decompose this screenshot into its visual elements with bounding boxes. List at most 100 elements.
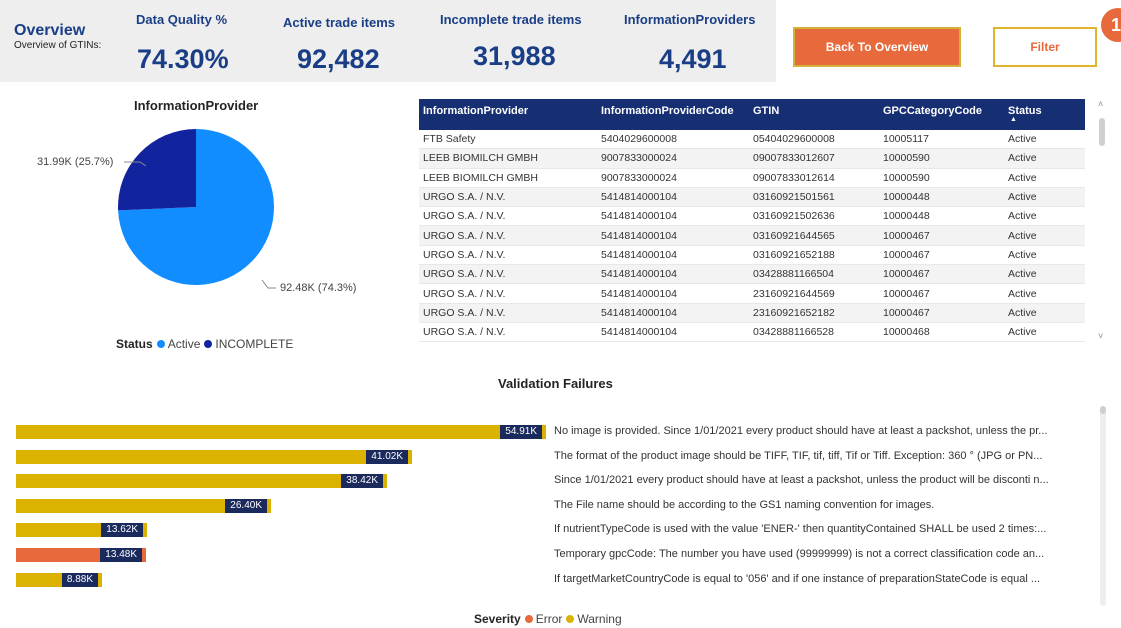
cell-information-provider: FTB Safety: [423, 133, 476, 146]
cell-gtin: 05404029600008: [753, 133, 835, 146]
scroll-down-icon[interactable]: ˅: [1098, 331, 1103, 341]
cell-gtin: 09007833012607: [753, 152, 835, 165]
validation-bar-value-label: 54.91K: [500, 425, 542, 439]
notification-badge[interactable]: 1: [1101, 8, 1121, 42]
active-dot-icon: [156, 340, 165, 348]
table-row[interactable]: URGO S.A. / N.V. 5414814000104 03428881166…: [419, 323, 1085, 343]
validation-bar-value-label: 41.02K: [366, 450, 408, 464]
cell-gtin: 23160921652182: [753, 306, 835, 319]
kpi-active-items-value: 92,482: [297, 44, 380, 74]
validation-bar[interactable]: 13.48K: [16, 548, 146, 562]
validation-bar-value-label: 13.48K: [100, 548, 142, 562]
cell-gpc-category-code: 10000590: [883, 152, 930, 165]
pie-label-incomplete: 31.99K (25.7%): [37, 156, 114, 168]
cell-information-provider: URGO S.A. / N.V.: [423, 287, 506, 300]
validation-rule-label: The format of the product image should b…: [554, 450, 1043, 462]
cell-gpc-category-code: 10000467: [883, 248, 930, 261]
col-header-information-provider-code[interactable]: InformationProviderCode: [597, 99, 749, 130]
cell-information-provider: LEEB BIOMILCH GMBH: [423, 152, 538, 165]
col-header-gpc-category-code[interactable]: GPCCategoryCode: [879, 99, 1004, 130]
table-row[interactable]: URGO S.A. / N.V. 5414814000104 23160921652…: [419, 303, 1085, 323]
cell-information-provider-code: 5414814000104: [601, 287, 677, 300]
cell-gpc-category-code: 10005117: [883, 133, 929, 146]
cell-gtin: 03160921502636: [753, 210, 835, 223]
cell-information-provider-code: 9007833000024: [601, 152, 677, 165]
cell-gpc-category-code: 10000467: [883, 268, 930, 281]
table-row[interactable]: LEEB BIOMILCH GMBH 9007833000024 090078330…: [419, 169, 1085, 188]
cell-status: Active: [1008, 287, 1037, 300]
validation-bar-value-label: 26.40K: [225, 499, 267, 513]
incomplete-dot-icon: [204, 340, 213, 348]
cell-information-provider-code: 5414814000104: [601, 210, 677, 223]
cell-gtin: 03160921652188: [753, 248, 835, 261]
cell-information-provider: URGO S.A. / N.V.: [423, 229, 506, 242]
back-to-overview-button[interactable]: Back To Overview: [793, 27, 961, 67]
cell-information-provider: URGO S.A. / N.V.: [423, 268, 506, 281]
cell-information-provider: URGO S.A. / N.V.: [423, 306, 506, 319]
pie-leader-active: [261, 279, 276, 289]
table-row[interactable]: URGO S.A. / N.V. 5414814000104 03160921652…: [419, 246, 1085, 266]
validation-bar[interactable]: 41.02K: [16, 450, 412, 464]
cell-status: Active: [1008, 229, 1037, 242]
cell-gtin: 03428881166528: [753, 326, 834, 339]
table-row[interactable]: LEEB BIOMILCH GMBH 9007833000024 090078330…: [419, 149, 1085, 169]
cell-information-provider: URGO S.A. / N.V.: [423, 191, 506, 204]
severity-legend-item-warning[interactable]: Warning: [566, 612, 622, 626]
validation-rule-label: Since 1/01/2021 every product should hav…: [554, 474, 1049, 486]
table-row[interactable]: URGO S.A. / N.V. 5414814000104 03160921501…: [419, 187, 1085, 208]
filter-button[interactable]: Filter: [993, 27, 1097, 67]
pie-chart: [118, 129, 276, 289]
table-row[interactable]: URGO S.A. / N.V. 5414814000104 03428881166…: [419, 265, 1085, 285]
pie-slice-incomplete[interactable]: [118, 129, 196, 211]
col-header-status[interactable]: Status ▲: [1004, 99, 1085, 130]
validation-bar[interactable]: 8.88K: [16, 573, 102, 587]
table-row[interactable]: FTB Safety 5404029600008 05404029600008 100…: [419, 130, 1085, 150]
severity-legend-item-error[interactable]: Error: [524, 612, 562, 626]
cell-status: Active: [1008, 171, 1037, 184]
cell-gpc-category-code: 10000468: [883, 326, 930, 339]
cell-gpc-category-code: 10000467: [883, 229, 930, 242]
validation-bar[interactable]: 54.91K: [16, 425, 546, 439]
validation-failures-title: Validation Failures: [498, 376, 613, 391]
pie-legend-item-active[interactable]: Active: [156, 337, 200, 351]
validation-bar[interactable]: 38.42K: [16, 474, 387, 488]
validation-rule-label: No image is provided. Since 1/01/2021 ev…: [554, 425, 1048, 437]
cell-gtin: 03160921644565: [753, 229, 835, 242]
kpi-active-items-label: Active trade items: [283, 15, 395, 30]
cell-gtin: 09007833012614: [753, 171, 835, 184]
validation-bar[interactable]: 13.62K: [16, 523, 147, 537]
cell-status: Active: [1008, 210, 1037, 223]
cell-gpc-category-code: 10000590: [883, 171, 930, 184]
col-header-information-provider[interactable]: InformationProvider: [419, 99, 597, 130]
kpi-incomplete-items-value: 31,988: [473, 41, 556, 71]
pie-label-active: 92.48K (74.3%): [280, 282, 357, 294]
validation-scroll-thumb[interactable]: [1100, 406, 1106, 414]
cell-status: Active: [1008, 133, 1037, 146]
validation-rule-label: If nutrientTypeCode is used with the val…: [554, 523, 1047, 535]
table-scroll-thumb[interactable]: [1099, 118, 1105, 146]
validation-rule-label: Temporary gpcCode: The number you have u…: [554, 548, 1045, 560]
cell-gpc-category-code: 10000467: [883, 306, 930, 319]
table-body: FTB Safety 5404029600008 05404029600008 100…: [419, 130, 1085, 343]
validation-scroll-track[interactable]: [1100, 406, 1106, 606]
error-dot-icon: [524, 615, 533, 623]
cell-gpc-category-code: 10000467: [883, 287, 930, 300]
validation-bar-value-label: 38.42K: [341, 474, 383, 488]
cell-information-provider-code: 5414814000104: [601, 191, 677, 204]
cell-information-provider: URGO S.A. / N.V.: [423, 326, 506, 339]
table-row[interactable]: URGO S.A. / N.V. 5414814000104 03160921502…: [419, 207, 1085, 227]
kpi-data-quality-value: 74.30%: [137, 44, 229, 74]
kpi-incomplete-items-label: Incomplete trade items: [440, 12, 582, 27]
validation-bar[interactable]: 26.40K: [16, 499, 271, 513]
cell-information-provider-code: 9007833000024: [601, 171, 677, 184]
cell-status: Active: [1008, 248, 1037, 261]
cell-information-provider-code: 5414814000104: [601, 248, 677, 261]
col-header-gtin[interactable]: GTIN: [749, 99, 879, 130]
scroll-up-icon[interactable]: ˄: [1098, 99, 1103, 109]
table-row[interactable]: URGO S.A. / N.V. 5414814000104 03160921644…: [419, 226, 1085, 246]
validation-bar-value-label: 8.88K: [61, 573, 98, 587]
table-row[interactable]: URGO S.A. / N.V. 5414814000104 23160921644…: [419, 284, 1085, 304]
pie-legend: Status Active INCOMPLETE: [116, 337, 293, 351]
kpi-data-quality-label: Data Quality %: [136, 12, 228, 27]
pie-legend-item-incomplete[interactable]: INCOMPLETE: [204, 337, 293, 351]
